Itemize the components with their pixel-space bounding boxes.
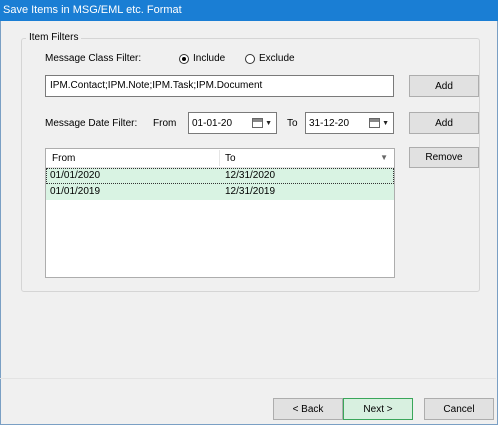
back-button[interactable]: < Back	[273, 398, 343, 420]
table-row[interactable]: 01/01/2020 12/31/2020	[46, 168, 394, 184]
message-class-input[interactable]: IPM.Contact;IPM.Note;IPM.Task;IPM.Docume…	[45, 75, 394, 97]
column-header-from[interactable]: From	[52, 153, 75, 164]
list-header: From To ▼	[46, 149, 394, 168]
title-bar: Save Items in MSG/EML etc. Format	[0, 0, 498, 21]
chevron-down-icon[interactable]: ▼	[382, 120, 389, 127]
exclude-radio-label: Exclude	[259, 53, 295, 64]
to-date-value: 31-12-20	[309, 117, 350, 129]
to-date-picker[interactable]: 31-12-20 ▼	[305, 112, 394, 134]
include-radio[interactable]: Include	[179, 53, 225, 64]
add-class-button[interactable]: Add	[409, 75, 479, 97]
calendar-icon[interactable]	[369, 118, 381, 128]
include-radio-indicator	[179, 53, 189, 64]
date-filter-list[interactable]: From To ▼ 01/01/2020 12/31/2020 01/01/20…	[45, 148, 395, 278]
from-date-picker[interactable]: 01-01-20 ▼	[188, 112, 277, 134]
cancel-button[interactable]: Cancel	[424, 398, 494, 420]
footer-divider	[0, 378, 496, 379]
row-from-cell: 01/01/2019	[50, 186, 101, 197]
exclude-radio-indicator	[245, 53, 255, 64]
calendar-icon[interactable]	[252, 118, 264, 128]
column-header-to[interactable]: To	[225, 153, 236, 164]
to-label: To	[287, 118, 298, 129]
window-title: Save Items in MSG/EML etc. Format	[3, 4, 182, 16]
row-from-cell: 01/01/2020	[50, 170, 101, 181]
message-date-filter-label: Message Date Filter:	[45, 118, 138, 129]
column-divider[interactable]	[219, 150, 220, 166]
table-row[interactable]: 01/01/2019 12/31/2019	[46, 184, 394, 200]
add-date-button[interactable]: Add	[409, 112, 479, 134]
from-label: From	[153, 118, 177, 129]
exclude-radio[interactable]: Exclude	[245, 53, 295, 64]
include-radio-label: Include	[193, 53, 226, 64]
message-class-filter-label: Message Class Filter:	[45, 53, 142, 64]
item-filters-label: Item Filters	[26, 32, 82, 43]
row-to-cell: 12/31/2019	[225, 186, 276, 197]
sort-arrow-icon[interactable]: ▼	[380, 153, 388, 162]
next-button[interactable]: Next >	[343, 398, 413, 420]
remove-button[interactable]: Remove	[409, 147, 479, 168]
from-date-value: 01-01-20	[192, 117, 233, 129]
chevron-down-icon[interactable]: ▼	[265, 120, 272, 127]
row-to-cell: 12/31/2020	[225, 170, 276, 181]
